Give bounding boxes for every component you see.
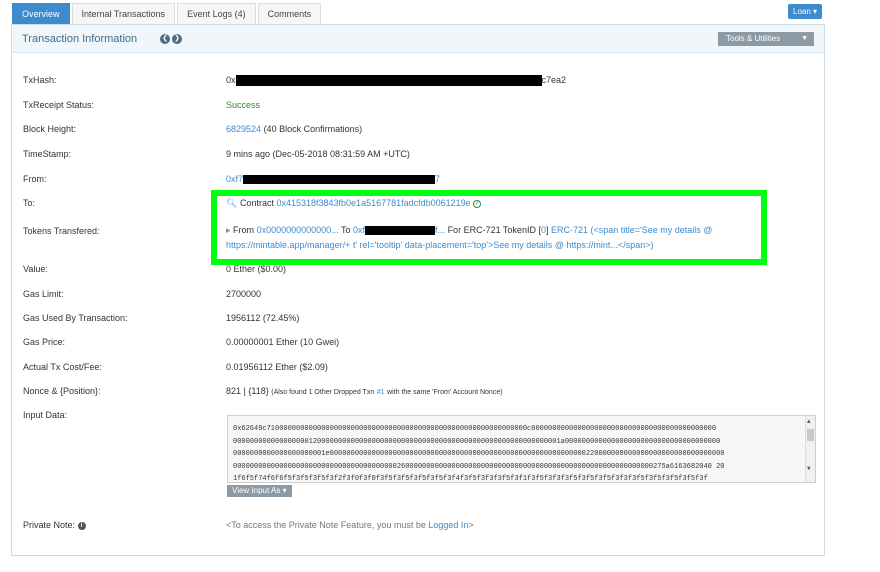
scroll-down-icon[interactable]: ▼ — [807, 465, 811, 472]
token-type-text: ERC-721 TokenID [ — [463, 225, 541, 235]
gas-used-label: Gas Used By Transaction: — [23, 313, 128, 323]
gas-limit-value: 2700000 — [226, 289, 262, 299]
contract-address-link[interactable]: 0x415318f3843fb0e1a5167781fadcfdb0061219… — [276, 198, 470, 208]
dropped-txn-link[interactable]: #1 — [377, 389, 385, 396]
panel-header: Transaction Information ❮ ❯ Tools & Util… — [12, 25, 824, 53]
info-icon[interactable]: i — [77, 521, 86, 530]
gas-price-value: 0.00000001 Ether (10 Gwei) — [226, 337, 340, 347]
txhash-value: 0x c7ea2 — [226, 75, 567, 87]
transaction-panel: Transaction Information ❮ ❯ Tools & Util… — [11, 24, 825, 556]
input-data-line: 0000000000000000000001e00000000000000000… — [233, 450, 725, 458]
redaction-bar — [365, 226, 436, 236]
to-value: 🔍︎ Contract 0x415318f3843fb0e1a5167781fa… — [226, 198, 482, 209]
chevron-right-icon: ▸ — [226, 225, 231, 235]
txhash-label: TxHash: — [23, 75, 57, 85]
from-label: From: — [23, 174, 47, 184]
tab-overview[interactable]: Overview — [12, 3, 70, 24]
timestamp-value: 9 mins ago (Dec-05-2018 08:31:59 AM +UTC… — [226, 149, 410, 159]
private-note-close: > — [468, 520, 474, 530]
private-note-text: <To access the Private Note Feature, you… — [226, 520, 426, 530]
status-label: TxReceipt Status: — [23, 100, 95, 110]
nonce-note-pre: (Also found 1 Other Dropped Txn — [271, 389, 375, 396]
loan-button[interactable]: Loan ▾ — [788, 4, 823, 19]
tokens-label: Tokens Transfered: — [23, 226, 100, 236]
from-address-prefix[interactable]: 0xf7 — [226, 174, 243, 184]
input-data-textarea[interactable]: 0x62649c71000000000000000000000000000000… — [227, 415, 816, 483]
value-label: Value: — [23, 264, 48, 274]
next-arrow-icon[interactable]: ❯ — [172, 34, 182, 44]
tokens-to-word: To — [340, 225, 351, 235]
token-id-close: ] — [545, 225, 549, 235]
page-title: Transaction Information — [22, 33, 138, 45]
tokens-to-address-suffix[interactable]: f... — [435, 225, 445, 235]
private-note-label: Private Note: i — [23, 520, 86, 530]
redaction-bar — [243, 175, 436, 185]
input-data-line: 0000000000000000001200000000000000000000… — [233, 437, 721, 446]
tab-internal-transactions[interactable]: Internal Transactions — [71, 3, 176, 24]
tools-utilities-button[interactable]: Tools & Utilities ▼ — [718, 32, 814, 46]
view-input-as-button[interactable]: View Input As ▾ — [227, 485, 292, 497]
value-amount: 0 Ether ($0.00) — [226, 264, 287, 274]
block-height-label: Block Height: — [23, 124, 77, 134]
from-value[interactable]: 0xf7 7 — [226, 174, 440, 185]
token-name-line-2[interactable]: https://mintable.app/manager/+ t' rel='t… — [226, 240, 653, 250]
tokens-line-1: ▸ From 0x0000000000000... To 0xf f... For… — [226, 225, 712, 236]
token-contract-link[interactable]: ERC-721 — [551, 225, 588, 235]
caret-down-icon: ▼ — [801, 35, 808, 42]
scroll-up-icon[interactable]: ▲ — [807, 418, 811, 425]
nonce-number: 821 | {118} — [226, 386, 269, 396]
to-label: To: — [23, 198, 36, 208]
tokens-for-word: For — [447, 225, 462, 235]
token-name-line-1[interactable]: (<span title='See my details @ — [591, 225, 713, 235]
tx-cost-label: Actual Tx Cost/Fee: — [23, 362, 102, 372]
tab-comments[interactable]: Comments — [257, 3, 322, 24]
tab-event-logs[interactable]: Event Logs (4) — [177, 3, 256, 24]
gas-used-value: 1956112 (72.45%) — [226, 313, 300, 323]
block-height-value: 6829524 (40 Block Confirmations) — [226, 124, 362, 134]
tab-bar: Overview Internal Transactions Event Log… — [12, 3, 323, 24]
private-note-value: <To access the Private Note Feature, you… — [226, 520, 474, 530]
timestamp-label: TimeStamp: — [23, 149, 72, 159]
tools-utilities-label: Tools & Utilities — [726, 34, 781, 43]
tokens-line-2: https://mintable.app/manager/+ t' rel='t… — [226, 240, 653, 250]
contract-word: Contract — [239, 198, 274, 208]
nonce-note-post: with the same 'From' Account Nonce) — [387, 389, 503, 396]
private-note-label-text: Private Note: — [23, 520, 76, 530]
input-data-line: 0x62649c71000000000000000000000000000000… — [233, 425, 717, 433]
txhash-suffix: c7ea2 — [541, 75, 567, 85]
scroll-thumb[interactable] — [807, 429, 814, 441]
tokens-from-word: From — [233, 225, 255, 235]
gas-limit-label: Gas Limit: — [23, 289, 64, 299]
tokens-to-address-prefix[interactable]: 0xf — [353, 225, 365, 235]
gas-price-label: Gas Price: — [23, 337, 66, 347]
tx-cost-value: 0.01956112 Ether ($2.09) — [226, 362, 328, 372]
input-data-line: 0000000000000000000000000000000000000002… — [233, 462, 725, 471]
block-height-link[interactable]: 6829524 — [226, 124, 261, 134]
search-icon: 🔍︎ — [226, 198, 238, 208]
nav-arrows: ❮ ❯ — [160, 34, 182, 44]
redaction-bar — [235, 75, 542, 87]
status-value: Success — [226, 100, 261, 110]
logged-in-link[interactable]: Logged In — [428, 520, 468, 530]
vertical-scrollbar[interactable]: ▲ ▼ — [805, 416, 815, 482]
input-data-label: Input Data: — [23, 410, 68, 420]
txhash-prefix: 0x — [226, 75, 236, 85]
previous-arrow-icon[interactable]: ❮ — [160, 34, 170, 44]
verified-check-icon: ✓ — [473, 199, 482, 208]
tokens-from-address[interactable]: 0x0000000000000... — [257, 225, 339, 235]
nonce-value: 821 | {118} (Also found 1 Other Dropped … — [226, 386, 503, 396]
from-address-suffix[interactable]: 7 — [435, 174, 440, 184]
nonce-label: Nonce & {Position}: — [23, 386, 101, 396]
input-data-line: 1f6f5f74f6f6f5f3f5f3f5f3f2f3f0f3f0f3f5f3… — [233, 475, 708, 483]
block-confirmations: (40 Block Confirmations) — [263, 124, 363, 134]
